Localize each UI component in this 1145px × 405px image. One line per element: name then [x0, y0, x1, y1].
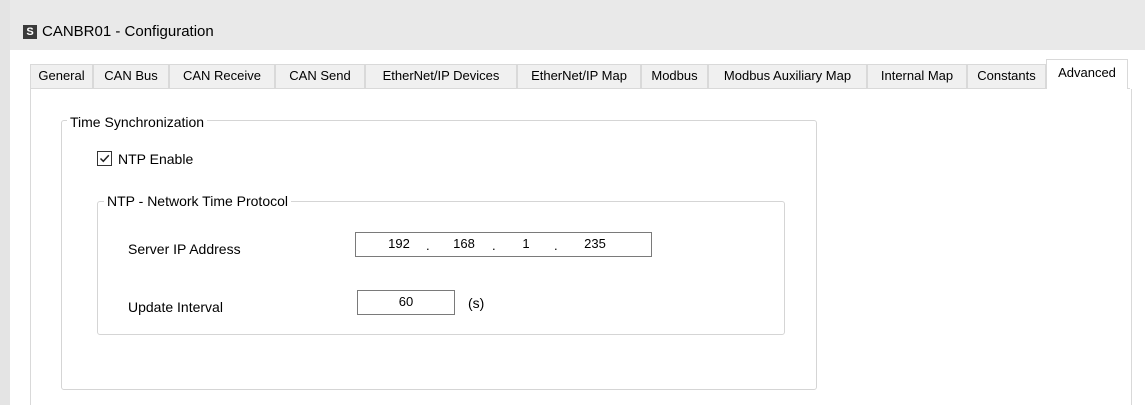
ip-octet-4: 235	[584, 236, 606, 251]
tab-internal-map[interactable]: Internal Map	[867, 64, 967, 88]
server-ip-input[interactable]: 192 . 168 . 1 . 235	[355, 232, 652, 257]
update-interval-value: 60	[398, 294, 414, 309]
tab-can-bus[interactable]: CAN Bus	[93, 64, 169, 88]
ntp-enable-label[interactable]: NTP Enable	[118, 151, 193, 167]
ip-octet-1: 192	[388, 236, 410, 251]
time-synchronization-title: Time Synchronization	[67, 114, 208, 130]
ip-separator-3: .	[554, 238, 558, 253]
tab-ethernet-ip-devices[interactable]: EtherNet/IP Devices	[365, 64, 517, 88]
update-interval-input[interactable]: 60	[357, 290, 455, 315]
ip-octet-3: 1	[522, 236, 530, 251]
tab-modbus[interactable]: Modbus	[641, 64, 708, 88]
checkmark-icon	[99, 154, 110, 163]
ntp-enable-checkbox[interactable]	[97, 151, 112, 166]
ntp-group-title: NTP - Network Time Protocol	[104, 193, 292, 209]
ip-separator-2: .	[492, 238, 496, 253]
title-bar: S CANBR01 - Configuration	[10, 0, 1145, 50]
tab-modbus-auxiliary-map[interactable]: Modbus Auxiliary Map	[708, 64, 867, 88]
ip-separator-1: .	[426, 238, 430, 253]
tab-advanced[interactable]: Advanced	[1046, 59, 1128, 89]
tab-can-send[interactable]: CAN Send	[275, 64, 365, 88]
update-interval-unit: (s)	[468, 295, 485, 311]
window-title: CANBR01 - Configuration	[42, 23, 214, 40]
tab-constants[interactable]: Constants	[967, 64, 1046, 88]
tab-general[interactable]: General	[30, 64, 93, 88]
tab-can-receive[interactable]: CAN Receive	[169, 64, 275, 88]
app-icon: S	[23, 25, 37, 39]
ip-octet-2: 168	[453, 236, 475, 251]
tab-ethernet-ip-map[interactable]: EtherNet/IP Map	[517, 64, 641, 88]
update-interval-label: Update Interval	[128, 299, 223, 315]
server-ip-label: Server IP Address	[128, 241, 241, 257]
